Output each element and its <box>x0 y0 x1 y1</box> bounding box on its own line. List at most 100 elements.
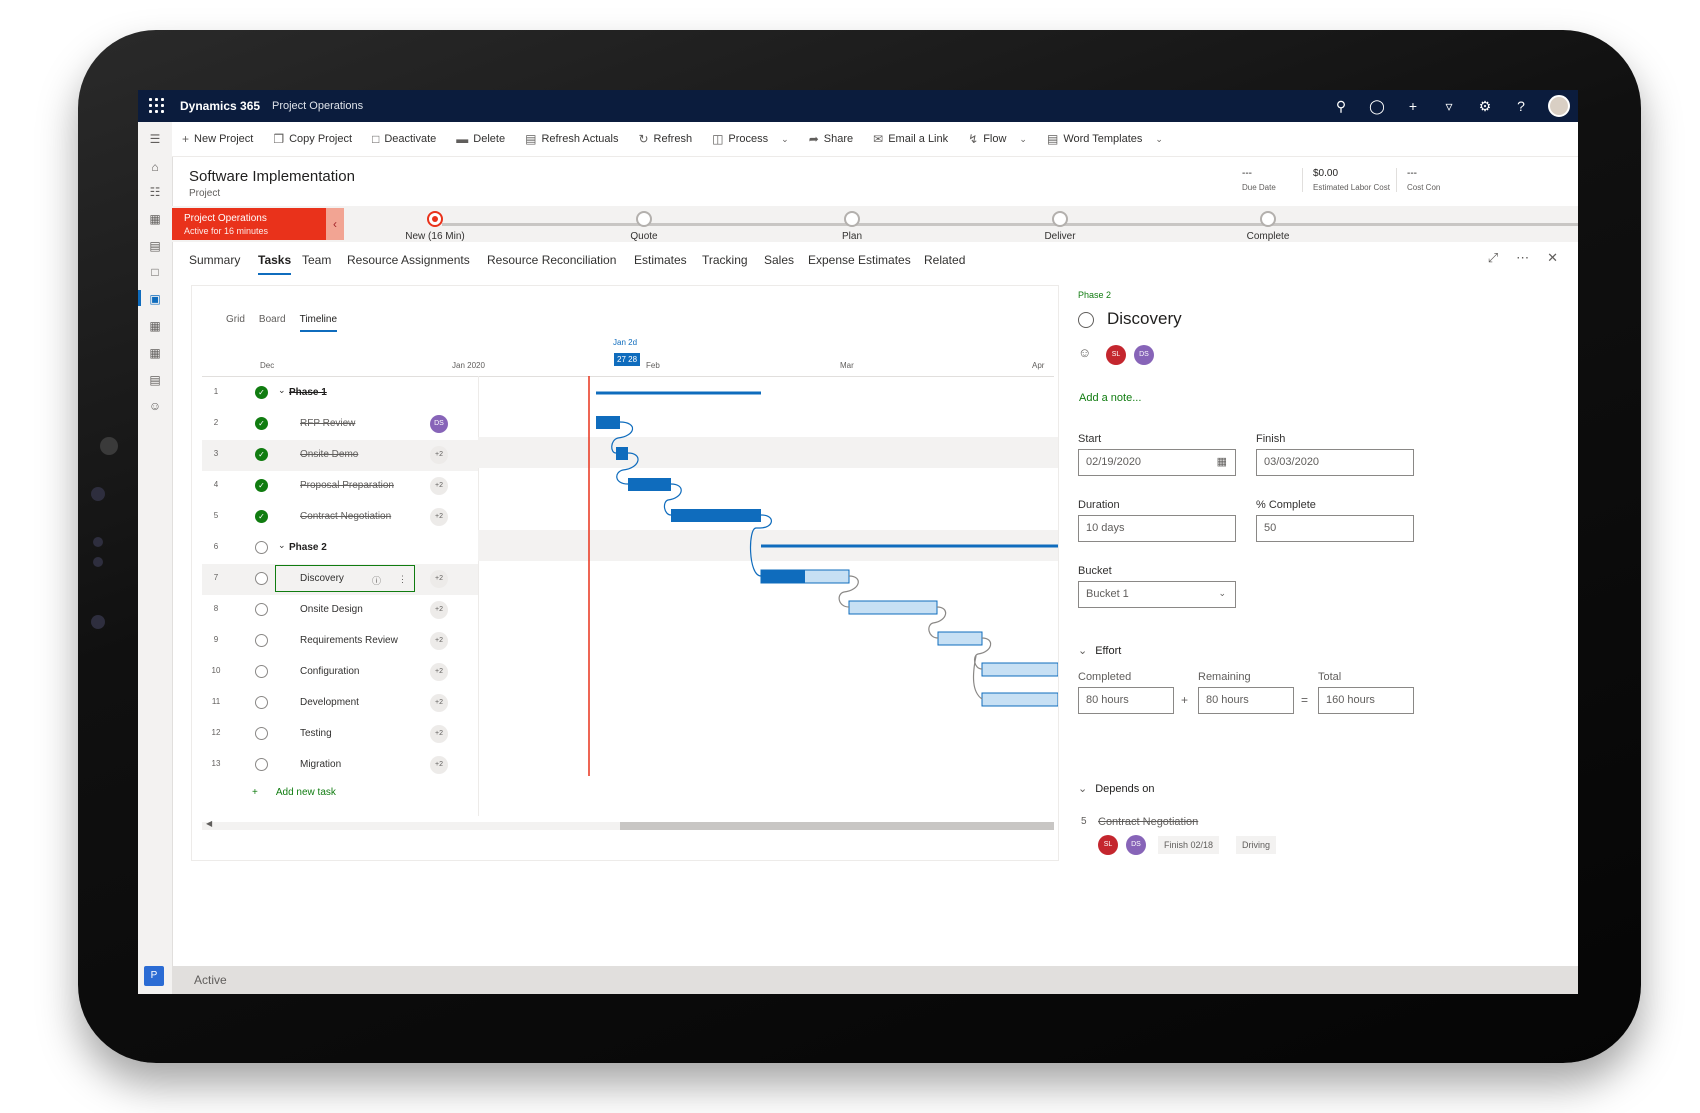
incomplete-circle-icon[interactable] <box>255 541 268 554</box>
task-row[interactable]: 5 ✓ Contract Negotiation +2 <box>202 502 478 533</box>
completed-effort-field[interactable]: 80 hours <box>1078 687 1174 714</box>
view-timeline[interactable]: Timeline <box>299 314 338 332</box>
avatar[interactable]: DS <box>430 415 448 433</box>
scroll-left-icon[interactable]: ◀ <box>206 819 212 828</box>
task-name[interactable]: Contract Negotiation <box>300 511 391 522</box>
avatar[interactable]: SL <box>1098 835 1118 855</box>
view-grid[interactable]: Grid <box>226 314 245 325</box>
assignee-count-badge[interactable]: +2 <box>430 756 448 774</box>
task-name[interactable]: Onsite Demo <box>300 449 358 460</box>
task-row[interactable]: 8 Onsite Design +2 <box>202 595 478 626</box>
task-row[interactable]: 12 Testing +2 <box>202 719 478 750</box>
view-board[interactable]: Board <box>259 314 286 325</box>
task-name[interactable]: Requirements Review <box>300 635 398 646</box>
email-link-button[interactable]: ✉ Email a Link <box>873 132 948 146</box>
stage-new[interactable]: New (16 Min) <box>375 211 495 242</box>
stage-quote[interactable]: Quote <box>584 211 704 242</box>
settings-icon[interactable]: ⚙ <box>1476 98 1494 115</box>
task-row[interactable]: 3 ✓ Onsite Demo +2 <box>202 440 478 471</box>
more-options-icon[interactable]: ⋯ <box>1516 250 1529 266</box>
assignee-count-badge[interactable]: +2 <box>430 694 448 712</box>
plus-icon[interactable]: + <box>1404 98 1422 114</box>
document-icon[interactable]: □ <box>147 265 163 279</box>
incomplete-circle-icon[interactable] <box>255 572 268 585</box>
projects-icon[interactable]: ▣ <box>147 292 163 306</box>
info-icon[interactable]: ⓘ <box>372 574 381 587</box>
task-name[interactable]: Migration <box>300 759 341 770</box>
assignee-count-badge[interactable]: +2 <box>430 446 448 464</box>
gantt-bar-onsite-design[interactable] <box>848 600 938 615</box>
stage-deliver[interactable]: Deliver <box>1000 211 1120 242</box>
process-button[interactable]: ◫ Process ⌄ <box>712 132 789 146</box>
start-date-field[interactable]: 02/19/2020 ▦ <box>1078 449 1236 476</box>
scrollbar-thumb[interactable] <box>620 822 1054 830</box>
brand-name[interactable]: Dynamics 365 <box>180 99 260 113</box>
assignee-count-badge[interactable]: +2 <box>430 632 448 650</box>
remaining-effort-field[interactable]: 80 hours <box>1198 687 1294 714</box>
gantt-bar-onsite-demo[interactable] <box>616 447 628 460</box>
effort-section-header[interactable]: ⌄ Effort <box>1078 644 1121 657</box>
tab-expense-estimates[interactable]: Expense Estimates <box>808 253 911 267</box>
resource-icon[interactable]: ▦ <box>147 346 163 360</box>
tab-resource-reconciliation[interactable]: Resource Reconciliation <box>487 253 616 267</box>
task-row[interactable]: 11 Development +2 <box>202 688 478 719</box>
dependency-task-name[interactable]: Contract Negotiation <box>1098 816 1198 828</box>
completed-check-icon[interactable]: ✓ <box>255 448 268 461</box>
stage-plan[interactable]: Plan <box>792 211 912 242</box>
report-icon[interactable]: ▤ <box>147 239 163 253</box>
gantt-bar-rfp-review[interactable] <box>596 416 620 429</box>
task-title[interactable]: Discovery <box>1107 309 1182 329</box>
task-phase[interactable]: Phase 2 <box>1078 290 1111 300</box>
user-avatar[interactable] <box>1548 95 1570 117</box>
incomplete-circle-icon[interactable] <box>255 603 268 616</box>
duration-field[interactable]: 10 days <box>1078 515 1236 542</box>
task-name[interactable]: RFP Review <box>300 418 355 429</box>
tab-resource-assignments[interactable]: Resource Assignments <box>347 253 470 267</box>
avatar[interactable]: DS <box>1134 345 1154 365</box>
schedule-icon[interactable]: ▦ <box>147 319 163 333</box>
task-name[interactable]: Configuration <box>300 666 359 677</box>
task-icon[interactable]: ◯ <box>1368 98 1386 115</box>
home-icon[interactable]: ⌂ <box>147 160 163 174</box>
flow-button[interactable]: ↯ Flow ⌄ <box>968 132 1027 146</box>
tab-related[interactable]: Related <box>924 253 965 267</box>
gantt-bar-contract-negotiation[interactable] <box>671 509 761 522</box>
pin-icon[interactable]: ☷ <box>147 185 163 199</box>
help-icon[interactable]: ? <box>1512 98 1530 114</box>
deactivate-button[interactable]: □ Deactivate <box>372 132 436 146</box>
calendar-icon[interactable]: ▦ <box>1217 455 1227 468</box>
tab-estimates[interactable]: Estimates <box>634 253 687 267</box>
new-project-button[interactable]: + New Project <box>182 132 253 146</box>
refresh-actuals-button[interactable]: ▤ Refresh Actuals <box>525 132 618 146</box>
chevron-down-icon[interactable]: ⌄ <box>278 540 286 551</box>
task-name[interactable]: Phase 2 <box>289 542 327 553</box>
assignee-count-badge[interactable]: +2 <box>430 508 448 526</box>
bucket-select[interactable]: Bucket 1 ⌄ <box>1078 581 1236 608</box>
copy-project-button[interactable]: ❐ Copy Project <box>273 132 352 146</box>
tab-tracking[interactable]: Tracking <box>702 253 748 267</box>
gantt-bar-development[interactable] <box>981 692 1058 707</box>
tab-tasks[interactable]: Tasks <box>258 253 292 275</box>
completed-check-icon[interactable]: ✓ <box>255 386 268 399</box>
incomplete-circle-icon[interactable] <box>255 758 268 771</box>
finish-date-field[interactable]: 03/03/2020 <box>1256 449 1414 476</box>
add-note-link[interactable]: Add a note... <box>1079 392 1141 404</box>
task-complete-toggle[interactable] <box>1078 312 1094 328</box>
task-row[interactable]: 7 ⓘ ⋮ Discovery +2 <box>202 564 478 595</box>
task-name[interactable]: Testing <box>300 728 332 739</box>
task-row[interactable]: 1 ✓ ⌄ Phase 1 <box>202 378 478 409</box>
assignee-count-badge[interactable]: +2 <box>430 663 448 681</box>
task-name[interactable]: Development <box>300 697 359 708</box>
incomplete-circle-icon[interactable] <box>255 727 268 740</box>
tab-sales[interactable]: Sales <box>764 253 794 267</box>
depends-on-section-header[interactable]: ⌄ Depends on <box>1078 782 1155 795</box>
add-new-task-button[interactable]: + Add new task <box>252 787 336 798</box>
task-row[interactable]: 2 ✓ RFP Review DS <box>202 409 478 440</box>
app-launcher-icon[interactable] <box>149 98 165 114</box>
completed-check-icon[interactable]: ✓ <box>255 479 268 492</box>
task-name[interactable]: Onsite Design <box>300 604 363 615</box>
assignee-count-badge[interactable]: +2 <box>430 570 448 588</box>
share-button[interactable]: ➦ Share <box>809 132 853 146</box>
process-name-box[interactable]: Project Operations Active for 16 minutes <box>172 208 326 240</box>
completed-check-icon[interactable]: ✓ <box>255 510 268 523</box>
